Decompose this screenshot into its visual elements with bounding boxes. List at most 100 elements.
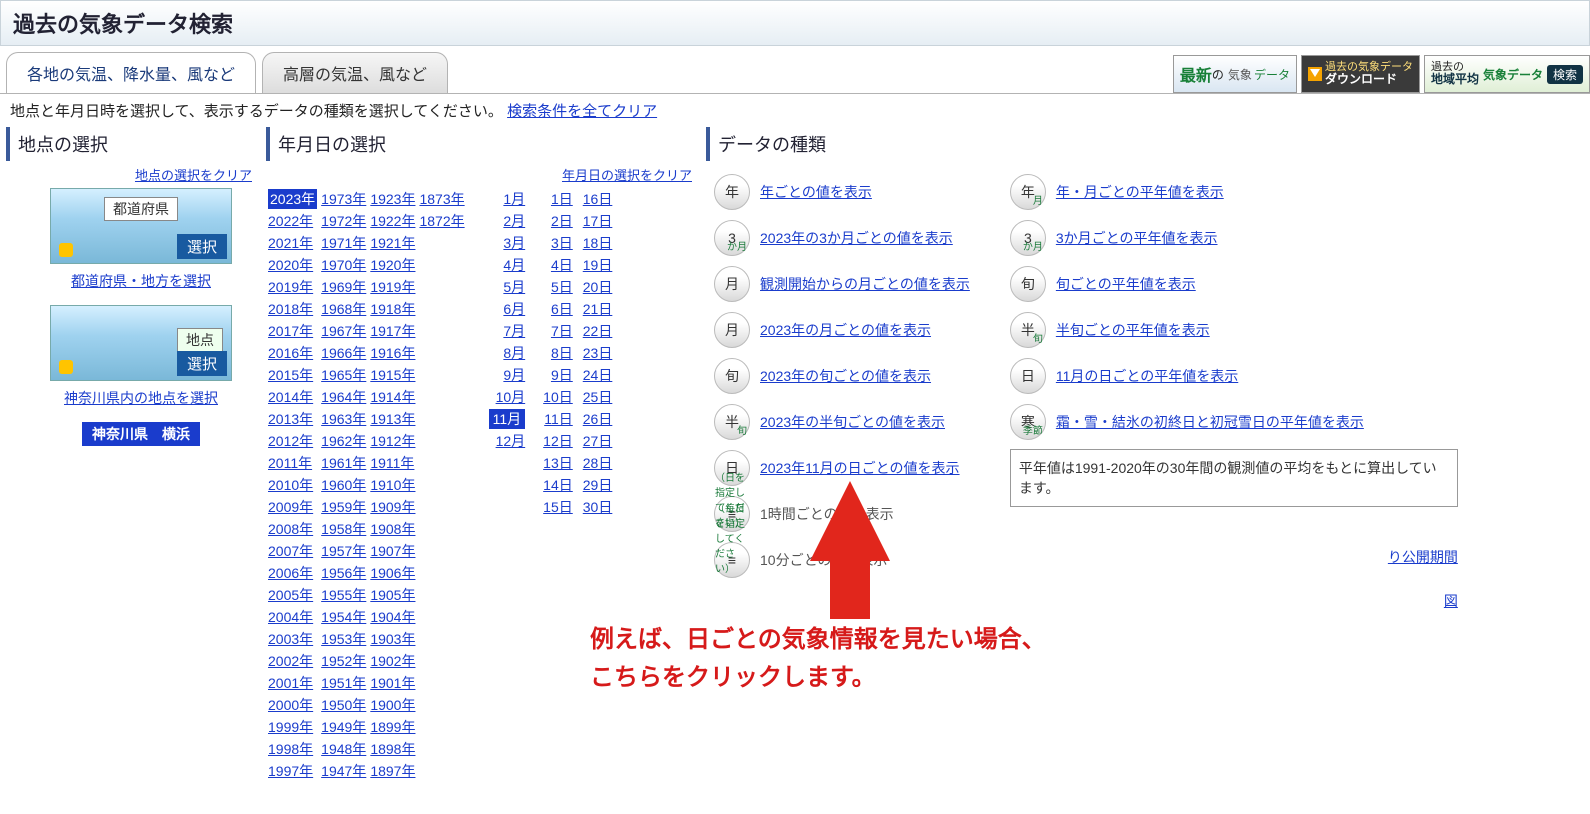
year-link[interactable]: 1997年: [268, 761, 317, 781]
year-link[interactable]: 1920年: [370, 255, 415, 275]
year-link[interactable]: 1906年: [370, 563, 415, 583]
year-link[interactable]: 2018年: [268, 299, 317, 319]
year-link[interactable]: 1999年: [268, 717, 317, 737]
year-link[interactable]: 1899年: [370, 717, 415, 737]
year-link[interactable]: 1962年: [321, 431, 366, 451]
year-link[interactable]: 2002年: [268, 651, 317, 671]
day-link[interactable]: 12日: [543, 431, 573, 451]
year-link[interactable]: 2008年: [268, 519, 317, 539]
year-link[interactable]: 2015年: [268, 365, 317, 385]
year-link[interactable]: 1963年: [321, 409, 366, 429]
clear-all-link[interactable]: 検索条件を全てクリア: [507, 103, 657, 120]
day-link[interactable]: 14日: [543, 475, 573, 495]
day-link[interactable]: 25日: [583, 387, 613, 407]
year-link[interactable]: 2005年: [268, 585, 317, 605]
banner-region-search[interactable]: 過去の 地域平均 気象データ 検索: [1424, 55, 1590, 93]
day-link[interactable]: 9日: [551, 365, 573, 385]
clear-location-link[interactable]: 地点の選択をクリア: [135, 168, 252, 183]
year-link[interactable]: 1914年: [370, 387, 415, 407]
datatype-link[interactable]: 霜・雪・結氷の初終日と初冠雪日の平年値を表示: [1056, 412, 1364, 432]
day-link[interactable]: 29日: [583, 475, 613, 495]
station-select-link[interactable]: 神奈川県内の地点を選択: [64, 390, 218, 406]
banner-latest[interactable]: 最新の 気象 データ: [1173, 55, 1297, 93]
publication-period-link[interactable]: り公開期間: [1388, 549, 1458, 565]
datatype-link[interactable]: 2023年の半旬ごとの値を表示: [760, 412, 945, 432]
month-link[interactable]: 4月: [503, 255, 525, 275]
day-link[interactable]: 7日: [551, 321, 573, 341]
year-link[interactable]: 1960年: [321, 475, 366, 495]
year-link[interactable]: 1873年: [419, 189, 464, 209]
day-link[interactable]: 4日: [551, 255, 573, 275]
month-link[interactable]: 11月: [489, 409, 526, 429]
year-link[interactable]: 1970年: [321, 255, 366, 275]
year-link[interactable]: 1915年: [370, 365, 415, 385]
year-link[interactable]: 1912年: [370, 431, 415, 451]
day-link[interactable]: 2日: [551, 211, 573, 231]
year-link[interactable]: 2017年: [268, 321, 317, 341]
datatype-link[interactable]: 2023年の3か月ごとの値を表示: [760, 228, 953, 248]
month-link[interactable]: 10月: [496, 387, 526, 407]
day-link[interactable]: 22日: [583, 321, 613, 341]
year-link[interactable]: 2009年: [268, 497, 317, 517]
year-link[interactable]: 1967年: [321, 321, 366, 341]
prefecture-select-button[interactable]: 都道府県 選択: [50, 188, 232, 264]
station-select-button[interactable]: 地点 選択: [50, 305, 232, 381]
datatype-link[interactable]: 年ごとの値を表示: [760, 182, 872, 202]
day-link[interactable]: 10日: [543, 387, 573, 407]
year-link[interactable]: 1968年: [321, 299, 366, 319]
year-link[interactable]: 2000年: [268, 695, 317, 715]
year-link[interactable]: 1957年: [321, 541, 366, 561]
year-link[interactable]: 1972年: [321, 211, 366, 231]
year-link[interactable]: 2007年: [268, 541, 317, 561]
year-link[interactable]: 1903年: [370, 629, 415, 649]
year-link[interactable]: 1918年: [370, 299, 415, 319]
day-link[interactable]: 11日: [544, 409, 573, 429]
year-link[interactable]: 2003年: [268, 629, 317, 649]
day-link[interactable]: 20日: [583, 277, 613, 297]
year-link[interactable]: 2012年: [268, 431, 317, 451]
day-link[interactable]: 3日: [551, 233, 573, 253]
year-link[interactable]: 2023年: [268, 189, 317, 209]
year-link[interactable]: 1923年: [370, 189, 415, 209]
datatype-link[interactable]: 半旬ごとの平年値を表示: [1056, 320, 1210, 340]
day-link[interactable]: 23日: [583, 343, 613, 363]
year-link[interactable]: 2010年: [268, 475, 317, 495]
year-link[interactable]: 1966年: [321, 343, 366, 363]
year-link[interactable]: 1913年: [370, 409, 415, 429]
year-link[interactable]: 2013年: [268, 409, 317, 429]
year-link[interactable]: 1953年: [321, 629, 366, 649]
year-link[interactable]: 1955年: [321, 585, 366, 605]
year-link[interactable]: 1971年: [321, 233, 366, 253]
year-link[interactable]: 1909年: [370, 497, 415, 517]
year-link[interactable]: 1948年: [321, 739, 366, 759]
day-link[interactable]: 18日: [583, 233, 613, 253]
month-link[interactable]: 3月: [503, 233, 525, 253]
year-link[interactable]: 1958年: [321, 519, 366, 539]
year-link[interactable]: 1964年: [321, 387, 366, 407]
month-link[interactable]: 12月: [496, 431, 526, 451]
banner-download[interactable]: 過去の気象データ ダウンロード: [1301, 55, 1420, 93]
year-link[interactable]: 1959年: [321, 497, 366, 517]
day-link[interactable]: 21日: [583, 299, 613, 319]
day-link[interactable]: 19日: [583, 255, 613, 275]
month-link[interactable]: 7月: [503, 321, 525, 341]
datatype-link[interactable]: 2023年の旬ごとの値を表示: [760, 366, 931, 386]
year-link[interactable]: 1898年: [370, 739, 415, 759]
year-link[interactable]: 2016年: [268, 343, 317, 363]
year-link[interactable]: 2020年: [268, 255, 317, 275]
year-link[interactable]: 1897年: [370, 761, 415, 781]
day-link[interactable]: 13日: [543, 453, 573, 473]
year-link[interactable]: 1921年: [370, 233, 415, 253]
year-link[interactable]: 2004年: [268, 607, 317, 627]
year-link[interactable]: 1916年: [370, 343, 415, 363]
year-link[interactable]: 1917年: [370, 321, 415, 341]
year-link[interactable]: 1904年: [370, 607, 415, 627]
datatype-link[interactable]: 11月の日ごとの平年値を表示: [1056, 366, 1238, 386]
day-link[interactable]: 16日: [583, 189, 613, 209]
year-link[interactable]: 1902年: [370, 651, 415, 671]
year-link[interactable]: 2011年: [268, 453, 317, 473]
tab-surface[interactable]: 各地の気温、降水量、風など: [6, 52, 256, 93]
year-link[interactable]: 2014年: [268, 387, 317, 407]
year-link[interactable]: 2019年: [268, 277, 317, 297]
datatype-link[interactable]: 3か月ごとの平年値を表示: [1056, 228, 1218, 248]
